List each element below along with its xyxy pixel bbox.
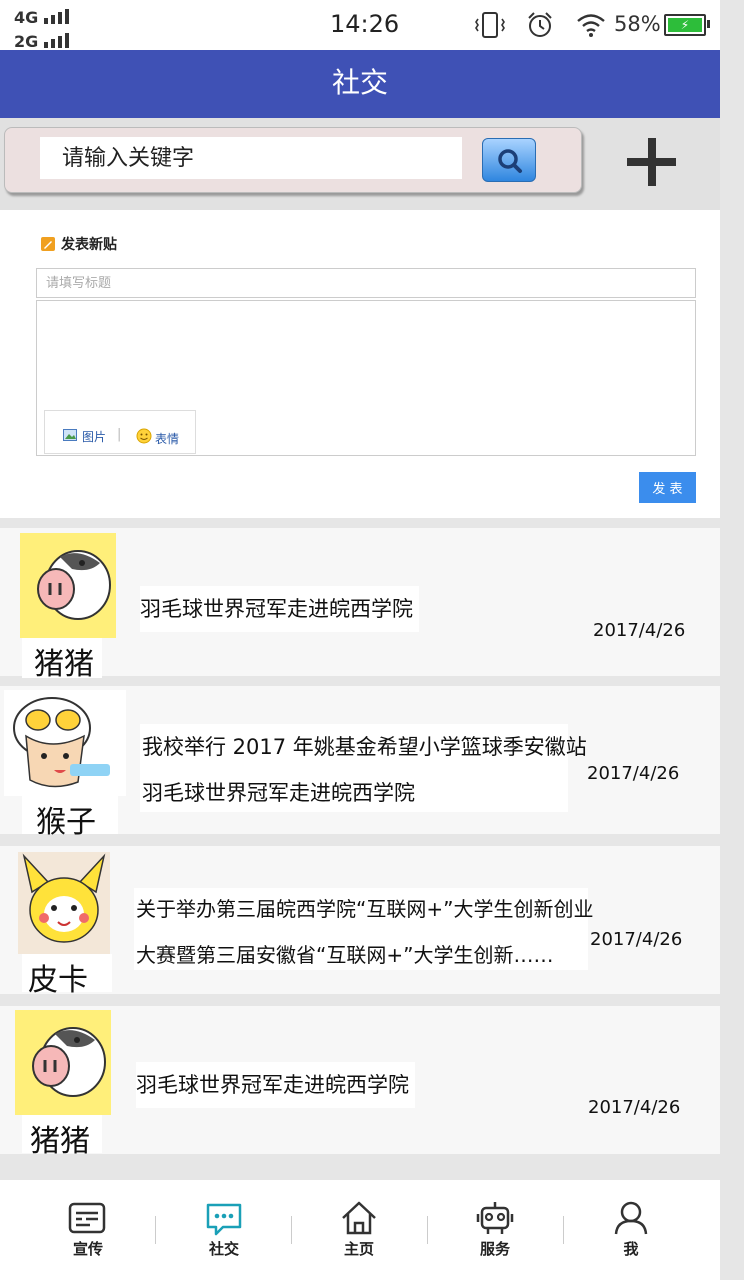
post-title[interactable]: 我校举行 2017 年姚基金希望小学篮球季安徽站 — [142, 724, 593, 770]
signal-bars-icon — [44, 33, 69, 48]
avatar[interactable] — [18, 852, 110, 954]
toolbar-divider: | — [117, 427, 122, 442]
post-title-line2[interactable]: 大赛暨第三届安徽省“互联网+”大学生创新…… — [136, 932, 559, 978]
avatar[interactable] — [15, 1010, 111, 1115]
avatar[interactable] — [20, 533, 116, 638]
boy-cartoon-avatar — [13, 697, 110, 788]
post-title[interactable]: 羽毛球世界冠军走进皖西学院 — [136, 1062, 415, 1108]
alarm-icon — [528, 12, 552, 37]
pikachu-cartoon-avatar — [22, 853, 106, 943]
signal-bars-icon — [44, 9, 69, 24]
signal-4g-label: 4G — [14, 8, 39, 27]
plus-icon — [648, 138, 656, 186]
wifi-icon — [577, 14, 605, 37]
avatar[interactable] — [4, 690, 126, 796]
username: 猪猪 — [34, 647, 94, 682]
publish-button[interactable]: 发 表 — [639, 472, 696, 503]
post-date: 2017/4/26 — [593, 620, 686, 641]
new-post-heading: 发表新贴 — [61, 237, 117, 253]
signal-2g-label: 2G — [14, 32, 39, 51]
app-header: 社交 — [0, 50, 720, 118]
battery-icon: ⚡ — [664, 14, 710, 36]
nav-divider — [155, 1216, 156, 1244]
nav-label: 服务 — [479, 1240, 510, 1258]
post-title-line2[interactable]: 羽毛球世界冠军走进皖西学院 — [142, 770, 421, 816]
battery-percent: 58% — [614, 12, 661, 36]
emoji-icon[interactable] — [136, 428, 152, 444]
pig-cartoon-avatar — [32, 1027, 106, 1097]
clock: 14:26 — [330, 10, 400, 38]
nav-tab-publicity[interactable]: 宣传 — [48, 1196, 128, 1260]
robot-icon — [476, 1202, 514, 1234]
nav-tab-social[interactable]: 社交 — [184, 1196, 264, 1260]
nav-tab-home[interactable]: 主页 — [319, 1196, 399, 1260]
image-icon[interactable] — [63, 429, 77, 441]
edit-icon — [41, 237, 55, 251]
chat-icon — [206, 1203, 242, 1236]
news-icon — [68, 1202, 106, 1234]
pig-cartoon-avatar — [37, 550, 111, 620]
post-title[interactable]: 关于举办第三届皖西学院“互联网+”大学生创新创业 — [136, 886, 599, 932]
username: 猴子 — [36, 805, 96, 840]
post-title-input[interactable] — [36, 268, 696, 298]
search-icon — [498, 149, 522, 173]
nav-divider — [427, 1216, 428, 1244]
nav-label: 社交 — [208, 1240, 239, 1258]
post-date: 2017/4/26 — [590, 929, 683, 950]
username: 猪猪 — [30, 1124, 90, 1159]
status-bar: 4G 2G 14:26 58% ⚡ — [0, 0, 720, 51]
nav-divider — [563, 1216, 564, 1244]
insert-emoji-button[interactable]: 表情 — [155, 430, 179, 447]
nav-label: 宣传 — [72, 1240, 103, 1258]
post-date: 2017/4/26 — [588, 1097, 681, 1118]
insert-image-button[interactable]: 图片 — [82, 428, 106, 445]
vibrate-icon — [475, 12, 505, 38]
post-date: 2017/4/26 — [587, 763, 680, 784]
search-button[interactable] — [482, 138, 536, 182]
nav-label: 主页 — [343, 1240, 374, 1258]
post-title[interactable]: 羽毛球世界冠军走进皖西学院 — [140, 586, 419, 632]
search-input[interactable] — [40, 137, 462, 179]
nav-label: 我 — [623, 1240, 639, 1258]
page-title: 社交 — [331, 66, 388, 99]
person-icon — [614, 1201, 648, 1235]
nav-tab-service[interactable]: 服务 — [455, 1196, 535, 1260]
nav-divider — [291, 1216, 292, 1244]
nav-tab-me[interactable]: 我 — [591, 1196, 671, 1260]
home-icon — [342, 1201, 376, 1235]
